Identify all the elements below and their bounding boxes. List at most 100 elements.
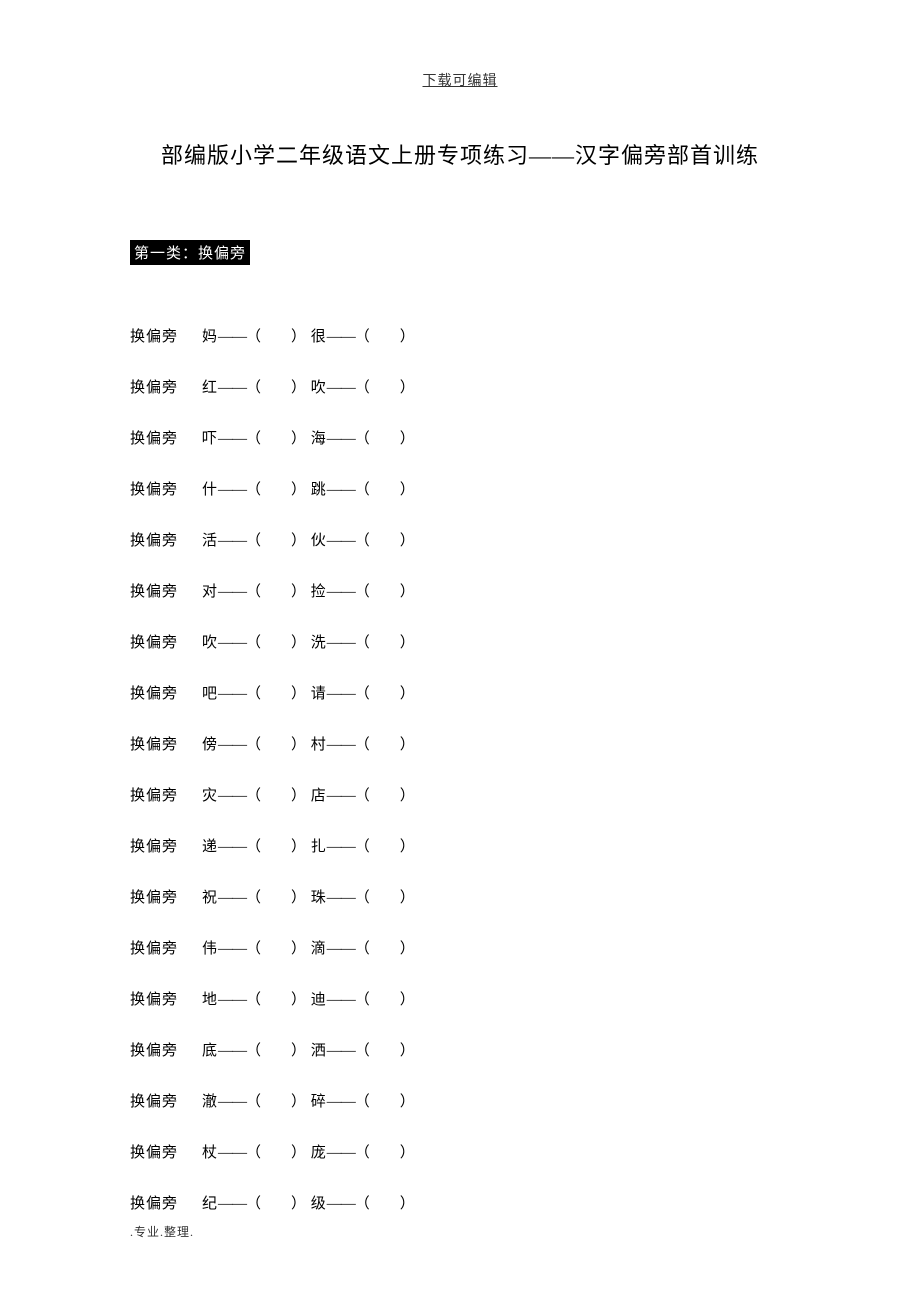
dash: —— bbox=[218, 431, 246, 447]
row-label: 换偏旁 bbox=[130, 427, 202, 448]
row-content: 杖——（ ） 庞——（ ） bbox=[202, 1145, 415, 1161]
row-label: 换偏旁 bbox=[130, 784, 202, 805]
char: 伟 bbox=[202, 941, 218, 957]
dash: —— bbox=[218, 1145, 246, 1161]
char: 很 bbox=[311, 329, 327, 345]
dash: —— bbox=[218, 992, 246, 1008]
blank: （ ） bbox=[355, 380, 415, 396]
dash: —— bbox=[327, 533, 355, 549]
row-content: 地——（ ） 迪——（ ） bbox=[202, 992, 415, 1008]
blank: （ ） bbox=[246, 686, 306, 702]
char: 傍 bbox=[202, 737, 218, 753]
row-label: 换偏旁 bbox=[130, 529, 202, 550]
row-content: 红——（ ） 吹——（ ） bbox=[202, 380, 415, 396]
exercise-row: 换偏旁傍——（ ） 村——（ ） bbox=[130, 733, 790, 754]
exercise-row: 换偏旁吹——（ ） 洗——（ ） bbox=[130, 631, 790, 652]
char: 级 bbox=[311, 1196, 327, 1212]
blank: （ ） bbox=[246, 329, 306, 345]
exercise-row: 换偏旁妈——（ ） 很——（ ） bbox=[130, 325, 790, 346]
char: 祝 bbox=[202, 890, 218, 906]
row-content: 活——（ ） 伙——（ ） bbox=[202, 533, 415, 549]
dash: —— bbox=[218, 890, 246, 906]
row-content: 妈——（ ） 很——（ ） bbox=[202, 329, 415, 345]
dash: —— bbox=[327, 329, 355, 345]
dash: —— bbox=[327, 431, 355, 447]
blank: （ ） bbox=[355, 1043, 415, 1059]
char: 海 bbox=[311, 431, 327, 447]
exercise-row: 换偏旁递——（ ） 扎——（ ） bbox=[130, 835, 790, 856]
blank: （ ） bbox=[246, 1145, 306, 1161]
char: 灾 bbox=[202, 788, 218, 804]
exercise-row: 换偏旁吓——（ ） 海——（ ） bbox=[130, 427, 790, 448]
dash: —— bbox=[218, 737, 246, 753]
row-content: 什——（ ） 跳——（ ） bbox=[202, 482, 415, 498]
blank: （ ） bbox=[355, 941, 415, 957]
blank: （ ） bbox=[246, 635, 306, 651]
dash: —— bbox=[327, 686, 355, 702]
dash: —— bbox=[218, 584, 246, 600]
exercise-row: 换偏旁吧——（ ） 请——（ ） bbox=[130, 682, 790, 703]
char: 扎 bbox=[311, 839, 327, 855]
char: 对 bbox=[202, 584, 218, 600]
exercise-row: 换偏旁底——（ ） 洒——（ ） bbox=[130, 1039, 790, 1060]
row-label: 换偏旁 bbox=[130, 1141, 202, 1162]
row-content: 傍——（ ） 村——（ ） bbox=[202, 737, 415, 753]
char: 底 bbox=[202, 1043, 218, 1059]
char: 捡 bbox=[311, 584, 327, 600]
exercise-row: 换偏旁澈——（ ） 碎——（ ） bbox=[130, 1090, 790, 1111]
exercise-row: 换偏旁杖——（ ） 庞——（ ） bbox=[130, 1141, 790, 1162]
dash: —— bbox=[327, 1196, 355, 1212]
blank: （ ） bbox=[355, 431, 415, 447]
exercise-row: 换偏旁活——（ ） 伙——（ ） bbox=[130, 529, 790, 550]
row-label: 换偏旁 bbox=[130, 376, 202, 397]
blank: （ ） bbox=[355, 329, 415, 345]
dash: —— bbox=[218, 839, 246, 855]
char: 跳 bbox=[311, 482, 327, 498]
blank: （ ） bbox=[246, 839, 306, 855]
row-label: 换偏旁 bbox=[130, 886, 202, 907]
char: 洒 bbox=[311, 1043, 327, 1059]
dash: —— bbox=[218, 533, 246, 549]
blank: （ ） bbox=[355, 737, 415, 753]
blank: （ ） bbox=[355, 686, 415, 702]
dash: —— bbox=[327, 584, 355, 600]
row-label: 换偏旁 bbox=[130, 1090, 202, 1111]
char: 地 bbox=[202, 992, 218, 1008]
exercise-row: 换偏旁对——（ ） 捡——（ ） bbox=[130, 580, 790, 601]
blank: （ ） bbox=[246, 482, 306, 498]
dash: —— bbox=[218, 788, 246, 804]
header-note: 下载可编辑 bbox=[130, 70, 790, 90]
dash: —— bbox=[218, 941, 246, 957]
row-label: 换偏旁 bbox=[130, 1039, 202, 1060]
blank: （ ） bbox=[355, 992, 415, 1008]
char: 店 bbox=[311, 788, 327, 804]
blank: （ ） bbox=[246, 941, 306, 957]
blank: （ ） bbox=[355, 584, 415, 600]
blank: （ ） bbox=[355, 1145, 415, 1161]
blank: （ ） bbox=[355, 839, 415, 855]
blank: （ ） bbox=[246, 533, 306, 549]
char: 伙 bbox=[311, 533, 327, 549]
row-content: 澈——（ ） 碎——（ ） bbox=[202, 1094, 415, 1110]
exercise-row: 换偏旁祝——（ ） 珠——（ ） bbox=[130, 886, 790, 907]
blank: （ ） bbox=[355, 788, 415, 804]
row-label: 换偏旁 bbox=[130, 580, 202, 601]
row-label: 换偏旁 bbox=[130, 733, 202, 754]
row-content: 底——（ ） 洒——（ ） bbox=[202, 1043, 415, 1059]
char: 妈 bbox=[202, 329, 218, 345]
blank: （ ） bbox=[355, 482, 415, 498]
dash: —— bbox=[327, 380, 355, 396]
dash: —— bbox=[327, 635, 355, 651]
blank: （ ） bbox=[246, 584, 306, 600]
row-content: 伟——（ ） 滴——（ ） bbox=[202, 941, 415, 957]
exercise-row: 换偏旁纪——（ ） 级——（ ） bbox=[130, 1192, 790, 1213]
char: 滴 bbox=[311, 941, 327, 957]
char: 递 bbox=[202, 839, 218, 855]
dash: —— bbox=[218, 329, 246, 345]
char: 洗 bbox=[311, 635, 327, 651]
dash: —— bbox=[327, 788, 355, 804]
char: 红 bbox=[202, 380, 218, 396]
row-label: 换偏旁 bbox=[130, 835, 202, 856]
dash: —— bbox=[327, 992, 355, 1008]
dash: —— bbox=[218, 380, 246, 396]
